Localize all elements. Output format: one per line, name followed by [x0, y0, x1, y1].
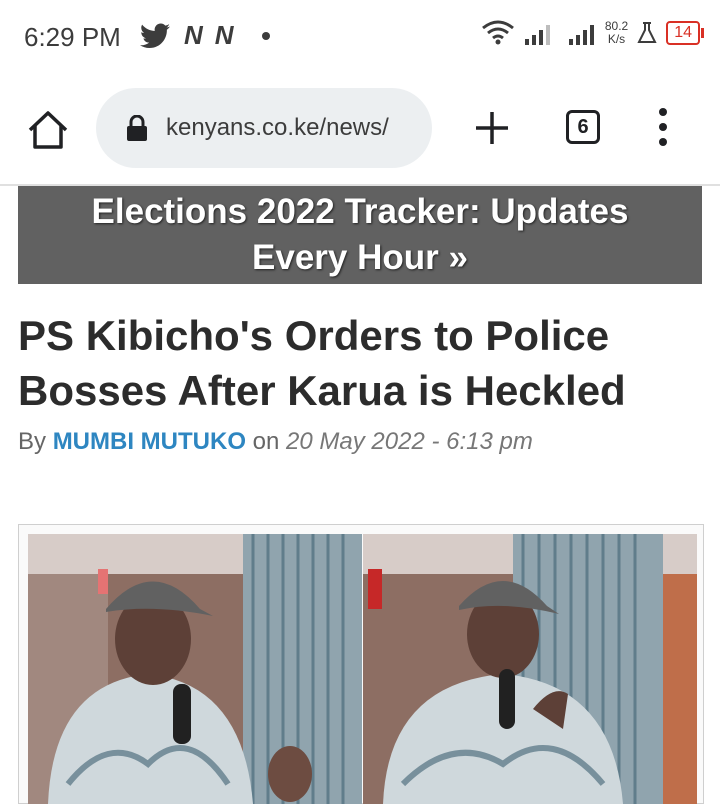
photo-left	[28, 534, 362, 804]
photo-right	[363, 534, 697, 804]
signal-icon	[568, 25, 594, 45]
notification-icons: N N	[140, 20, 270, 51]
n-app-icon: N	[214, 20, 234, 50]
overflow-menu-icon[interactable]	[656, 108, 670, 148]
election-tracker-banner[interactable]: Elections 2022 Tracker: Updates Every Ho…	[18, 186, 702, 284]
article-headline: PS Kibicho's Orders to Police Bosses Aft…	[18, 312, 626, 414]
banner-text[interactable]: Elections 2022 Tracker: Updates Every Ho…	[18, 189, 702, 281]
status-right-icons: 80.2 K/s 14	[481, 20, 704, 46]
flask-icon	[637, 22, 657, 43]
network-speed-unit: K/s	[607, 32, 626, 46]
publish-date: 20 May 2022 - 6:13 pm	[286, 428, 533, 455]
more-notifications-dot-icon	[261, 31, 270, 40]
tab-switcher-button[interactable]: 6	[566, 110, 600, 144]
battery-indicator: 14	[666, 21, 704, 45]
status-bar: 6:29 PM N N 80.2 K/s 14	[0, 0, 720, 74]
wifi-icon	[481, 20, 514, 45]
article-image[interactable]	[18, 524, 704, 804]
twitter-icon	[140, 23, 170, 48]
n-app-icon: N	[184, 20, 203, 50]
author-link[interactable]: MUMBI MUTUKO	[53, 428, 246, 455]
url-text[interactable]: kenyans.co.ke/news/	[166, 114, 389, 142]
home-icon[interactable]	[26, 108, 70, 152]
signal-icon	[524, 25, 550, 45]
byline-on-label: on	[252, 428, 280, 455]
byline-by-label: By	[18, 428, 47, 455]
new-tab-icon[interactable]	[472, 108, 512, 148]
network-speed: 80.2 K/s	[605, 20, 628, 46]
address-bar[interactable]: kenyans.co.ke/news/	[96, 88, 432, 168]
article-byline: By MUMBI MUTUKO on 20 May 2022 - 6:13 pm	[18, 428, 533, 456]
status-time: 6:29 PM	[24, 22, 121, 52]
browser-toolbar: kenyans.co.ke/news/ 6	[0, 74, 720, 184]
lock-icon	[127, 115, 147, 141]
